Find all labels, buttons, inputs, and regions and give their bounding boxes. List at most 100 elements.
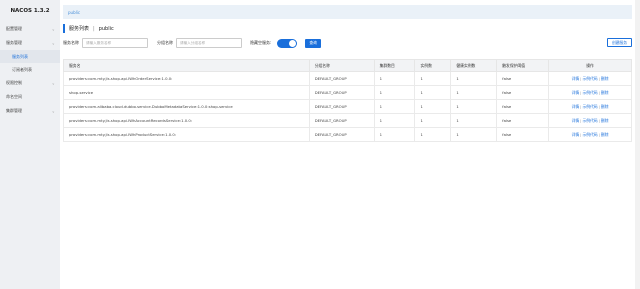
- cell-group-name: DEFAULT_GROUP: [308, 71, 375, 86]
- sidebar: NACOS 1.3.2 配置管理 ⌄ 服务管理 ⌄ 服务列表订阅者列表权限控制 ⌄ 命名空间…: [0, 0, 60, 289]
- chevron-down-icon: ⌄: [51, 108, 55, 114]
- sidebar-item[interactable]: 配置管理 ⌄: [0, 22, 60, 36]
- delete-link[interactable]: 删除: [601, 118, 609, 123]
- cell-instance-count: 1: [414, 127, 452, 142]
- cell-cluster-count: 1: [373, 113, 416, 128]
- cell-operations: 详情|示例代码|删除: [548, 85, 632, 100]
- service-name-input[interactable]: [82, 38, 148, 48]
- page-scrollbar[interactable]: [635, 0, 640, 289]
- chevron-down-icon: ⌄: [51, 26, 55, 32]
- col-threshold: 触发保护阈值: [496, 59, 550, 72]
- sample-code-link[interactable]: 示例代码: [582, 104, 597, 109]
- sample-code-link[interactable]: 示例代码: [582, 90, 597, 95]
- cell-threshold: false: [496, 99, 550, 114]
- table-row: providers:com.alibaba.cloud.dubbo.servic…: [63, 99, 632, 114]
- col-instance-count: 实例数: [414, 59, 452, 72]
- cell-threshold: false: [496, 113, 550, 128]
- create-service-button[interactable]: 创建服务: [606, 38, 632, 47]
- group-name-label: 分组名称: [157, 40, 173, 45]
- cell-group-name: DEFAULT_GROUP: [308, 99, 375, 114]
- sidebar-item[interactable]: 订阅者列表: [0, 63, 60, 76]
- service-table: 服务名 分组名称 集群数目 实例数 健康实例数 触发保护阈值 操作 provid…: [63, 59, 632, 142]
- cell-cluster-count: 1: [373, 127, 416, 142]
- sidebar-item-label: 配置管理: [6, 26, 22, 31]
- chevron-down-icon: ⌄: [51, 80, 55, 86]
- cell-healthy-count: 1: [450, 71, 498, 86]
- op-separator: |: [598, 89, 600, 95]
- table-header-row: 服务名 分组名称 集群数目 实例数 健康实例数 触发保护阈值 操作: [63, 59, 632, 72]
- col-operations: 操作: [548, 59, 632, 72]
- cell-healthy-count: 1: [450, 127, 498, 142]
- table-body: providers:com.mty.jls.shop.api.IWhOrderS…: [63, 71, 632, 142]
- col-group-name: 分组名称: [308, 59, 375, 72]
- op-separator: |: [598, 131, 600, 137]
- cell-group-name: DEFAULT_GROUP: [308, 127, 375, 142]
- cell-service-name: providers:com.alibaba.cloud.dubbo.servic…: [63, 99, 310, 114]
- filter-bar: 服务名称 分组名称 隐藏空服务: 查询 创建服务: [63, 38, 632, 48]
- page-title-text: 服务列表: [69, 26, 90, 32]
- cell-cluster-count: 1: [373, 99, 416, 114]
- brand-logo: NACOS 1.3.2: [10, 8, 50, 14]
- detail-link[interactable]: 详情: [572, 132, 580, 137]
- col-cluster-count: 集群数目: [373, 59, 416, 72]
- sidebar-item[interactable]: 权限控制 ⌄: [0, 76, 60, 90]
- breadcrumb-namespace[interactable]: public: [68, 10, 80, 15]
- col-healthy-count: 健康实例数: [450, 59, 498, 72]
- sidebar-item-label: 订阅者列表: [12, 66, 32, 72]
- service-name-label: 服务名称: [63, 40, 79, 45]
- sample-code-link[interactable]: 示例代码: [582, 132, 597, 137]
- cell-threshold: false: [496, 71, 550, 86]
- toggle-knob: [289, 39, 297, 47]
- table-row: providers:com.mty.jls.shop.api.IWhAccoun…: [63, 113, 632, 128]
- table-row: providers:com.mty.jls.shop.api.IWhProduc…: [63, 127, 632, 142]
- table-row: shop-service DEFAULT_GROUP 1 1 1 false 详情|示例代码…: [63, 85, 632, 100]
- sample-code-link[interactable]: 示例代码: [582, 76, 597, 81]
- delete-link[interactable]: 删除: [601, 104, 609, 109]
- op-separator: |: [598, 103, 600, 109]
- cell-instance-count: 1: [414, 99, 452, 114]
- table-row: providers:com.mty.jls.shop.api.IWhOrderS…: [63, 71, 632, 86]
- page-title: 服务列表 | public: [63, 24, 114, 33]
- chevron-down-icon: ⌄: [51, 40, 55, 46]
- cell-operations: 详情|示例代码|删除: [548, 127, 632, 142]
- cell-instance-count: 1: [414, 113, 452, 128]
- op-separator: |: [598, 75, 600, 81]
- group-name-input[interactable]: [176, 38, 242, 48]
- delete-link[interactable]: 删除: [601, 132, 609, 137]
- cell-service-name: providers:com.mty.jls.shop.api.IWhOrderS…: [63, 71, 310, 86]
- search-button[interactable]: 查询: [305, 38, 321, 48]
- sidebar-item[interactable]: 命名空间: [0, 90, 60, 104]
- delete-link[interactable]: 删除: [601, 76, 609, 81]
- cell-group-name: DEFAULT_GROUP: [308, 85, 375, 100]
- detail-link[interactable]: 详情: [572, 118, 580, 123]
- cell-instance-count: 1: [414, 71, 452, 86]
- cell-service-name: shop-service: [63, 85, 310, 100]
- title-separator: |: [93, 25, 95, 32]
- hide-empty-toggle[interactable]: [277, 38, 298, 48]
- page-title-namespace: public: [98, 25, 114, 32]
- cell-cluster-count: 1: [373, 71, 416, 86]
- sidebar-item-label: 命名空间: [6, 94, 22, 99]
- sidebar-item[interactable]: 服务列表: [0, 50, 60, 63]
- detail-link[interactable]: 详情: [572, 76, 580, 81]
- sidebar-item-label: 服务列表: [12, 53, 28, 59]
- detail-link[interactable]: 详情: [572, 90, 580, 95]
- sidebar-item-label: 集群管理: [6, 108, 22, 113]
- detail-link[interactable]: 详情: [572, 104, 580, 109]
- cell-operations: 详情|示例代码|删除: [548, 113, 632, 128]
- cell-service-name: providers:com.mty.jls.shop.api.IWhProduc…: [63, 127, 310, 142]
- cell-healthy-count: 1: [450, 85, 498, 100]
- col-service-name: 服务名: [63, 59, 310, 72]
- cell-threshold: false: [496, 127, 550, 142]
- delete-link[interactable]: 删除: [601, 90, 609, 95]
- sidebar-item-label: 服务管理: [6, 40, 22, 45]
- sidebar-menu: 配置管理 ⌄ 服务管理 ⌄ 服务列表订阅者列表权限控制 ⌄ 命名空间集群管理 ⌄: [0, 22, 60, 118]
- cell-instance-count: 1: [414, 85, 452, 100]
- sidebar-item[interactable]: 服务管理 ⌄: [0, 36, 60, 50]
- cell-threshold: false: [496, 85, 550, 100]
- cell-service-name: providers:com.mty.jls.shop.api.IWhAccoun…: [63, 113, 310, 128]
- sample-code-link[interactable]: 示例代码: [582, 118, 597, 123]
- cell-operations: 详情|示例代码|删除: [548, 99, 632, 114]
- cell-group-name: DEFAULT_GROUP: [308, 113, 375, 128]
- sidebar-item[interactable]: 集群管理 ⌄: [0, 104, 60, 118]
